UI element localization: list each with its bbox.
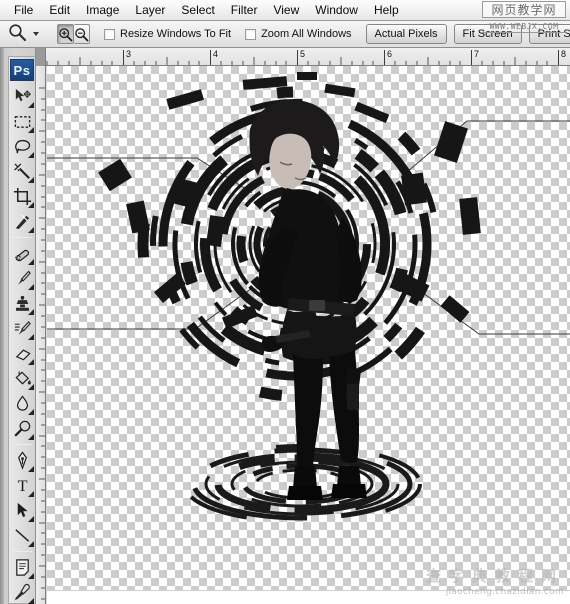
flyout-corner-icon[interactable] [27,359,34,365]
ruler-label-5: 5 [300,49,306,59]
face [269,133,312,189]
flyout-corner-icon[interactable] [27,127,34,133]
flyout-corner-icon[interactable] [27,516,34,522]
flyout-corner-icon[interactable] [27,491,34,497]
menu-item-view[interactable]: View [265,1,307,19]
photoshop-logo: Ps [10,59,34,81]
flyout-corner-icon[interactable] [27,409,34,415]
tool-paint-bucket[interactable] [10,366,35,391]
toolbox-panel: Ps T [0,48,36,604]
svg-text:T: T [17,478,27,495]
zoom-all-windows-label: Zoom All Windows [261,28,352,40]
flyout-corner-icon[interactable] [27,202,34,208]
tool-blur[interactable] [10,391,35,416]
zoom-out-icon [75,27,89,41]
fit-screen-button[interactable]: Fit Screen [453,24,522,44]
tool-lasso[interactable] [10,134,35,159]
tool-pen[interactable] [10,448,35,473]
boot-left-platform [287,486,323,500]
flyout-corner-icon[interactable] [27,573,34,579]
zoom-in-icon [59,27,73,41]
ruler-label-7: 7 [474,49,480,59]
toolbox-divider-2 [12,444,32,445]
zoom-all-windows-checkbox[interactable]: Zoom All Windows [245,28,352,40]
canvas-bottom-strip [47,590,570,604]
tool-brush[interactable] [10,266,35,291]
tool-line[interactable] [10,523,35,548]
resize-windows-to-fit-label: Resize Windows To Fit [120,28,232,40]
flyout-corner-icon[interactable] [27,177,34,183]
artwork-layer [47,72,570,524]
print-size-button[interactable]: Print Size [528,24,570,44]
zoom-in-button[interactable] [57,24,74,44]
flyout-corner-icon[interactable] [27,309,34,315]
boot-left-shaft [293,466,317,488]
tool-crop[interactable] [10,184,35,209]
tool-slice[interactable] [10,209,35,234]
tool-healing-brush[interactable] [10,241,35,266]
zoom-out-button[interactable] [74,24,90,44]
arm-right [336,218,362,303]
document-canvas[interactable]: 查字典教程网 jiaocheng.chazidian.com [47,66,570,604]
flyout-corner-icon[interactable] [27,334,34,340]
tool-clone-stamp[interactable] [10,291,35,316]
ruler-label-6: 6 [387,49,393,59]
boot-right-shaft [337,466,361,486]
ruler-label-4: 4 [213,49,219,59]
vertical-ruler[interactable] [36,66,46,604]
tool-options-bar: Resize Windows To Fit Zoom All Windows A… [0,21,570,48]
sidearm [347,384,359,410]
tool-move[interactable] [10,84,35,109]
tool-dodge[interactable] [10,416,35,441]
flyout-corner-icon[interactable] [27,598,34,604]
tool-path-selection[interactable] [10,498,35,523]
ruler-corner-box [36,48,46,66]
menu-bar: File Edit Image Layer Select Filter View… [0,0,570,21]
tool-eyedropper[interactable] [10,580,35,604]
flyout-corner-icon[interactable] [27,284,34,290]
tool-preset-chevron-down-icon[interactable] [33,32,39,36]
flyout-corner-icon[interactable] [27,466,34,472]
actual-pixels-button[interactable]: Actual Pixels [365,24,447,44]
flyout-corner-icon[interactable] [27,102,34,108]
toolbox-left-edge [0,48,4,604]
tool-history-brush[interactable] [10,316,35,341]
flyout-corner-icon[interactable] [27,227,34,233]
belt-buckle [309,300,325,311]
toolbox-inner: Ps T [8,56,35,604]
menu-item-edit[interactable]: Edit [41,1,78,19]
tool-magic-wand[interactable] [10,159,35,184]
menu-item-filter[interactable]: Filter [223,1,266,19]
horizontal-ruler[interactable]: 3 4 5 6 7 8 [36,48,570,66]
resize-windows-to-fit-checkbox[interactable]: Resize Windows To Fit [104,28,231,40]
flyout-corner-icon[interactable] [27,152,34,158]
tool-type[interactable]: T [10,473,35,498]
zoom-tool-icon [8,23,27,45]
flyout-corner-icon[interactable] [27,541,34,547]
vertical-ruler-ticks [39,87,45,600]
flyout-corner-icon[interactable] [27,259,34,265]
toolbox-divider-3 [12,551,32,552]
ruler-label-8: 8 [561,49,567,59]
tool-eraser[interactable] [10,341,35,366]
ruler-label-3: 3 [126,49,132,59]
boot-right-platform [331,484,367,498]
checkbox-box-zoom-all[interactable] [245,28,257,40]
flyout-corner-icon[interactable] [27,434,34,440]
tool-notes[interactable] [10,555,35,580]
flyout-corner-icon[interactable] [27,384,34,390]
menu-item-window[interactable]: Window [307,1,366,19]
menu-item-image[interactable]: Image [78,1,127,19]
tool-rectangular-marquee[interactable] [10,109,35,134]
toolbox-divider-1 [12,237,32,238]
menu-item-layer[interactable]: Layer [127,1,173,19]
checkbox-box-resize[interactable] [104,28,115,40]
menu-item-help[interactable]: Help [366,1,407,19]
menu-item-select[interactable]: Select [173,1,222,19]
menu-item-file[interactable]: File [6,1,41,19]
